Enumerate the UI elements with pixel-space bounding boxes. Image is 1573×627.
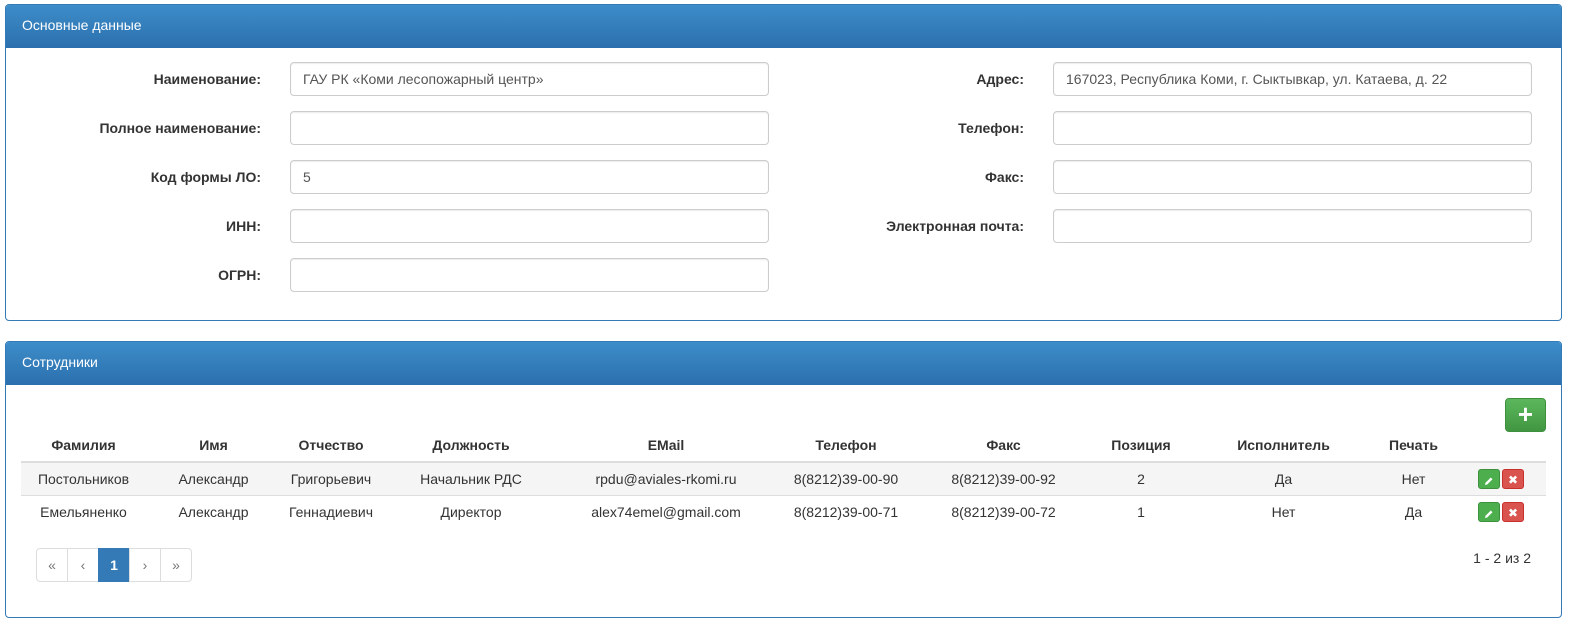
cell-lastname: Емельяненко xyxy=(21,494,146,528)
email-input[interactable] xyxy=(1053,209,1532,243)
cell-print: Да xyxy=(1371,494,1456,528)
main-data-panel-title: Основные данные xyxy=(6,5,1561,48)
cell-phone: 8(8212)39-00-90 xyxy=(771,461,921,495)
edit-button[interactable] xyxy=(1478,468,1500,489)
delete-button[interactable]: ✖ xyxy=(1502,501,1524,522)
page-first-button[interactable]: « xyxy=(36,548,68,582)
cell-patronymic: Геннадиевич xyxy=(281,494,381,528)
full-name-input[interactable] xyxy=(290,111,769,145)
column-header-position[interactable]: Должность xyxy=(381,428,561,463)
cell-executor: Да xyxy=(1196,461,1371,495)
column-header-firstname[interactable]: Имя xyxy=(146,428,281,463)
pencil-icon xyxy=(1485,510,1493,518)
inn-input[interactable] xyxy=(290,209,769,243)
edit-button[interactable] xyxy=(1478,501,1500,522)
column-header-fax[interactable]: Факс xyxy=(921,428,1086,463)
column-header-executor[interactable]: Исполнитель xyxy=(1196,428,1371,463)
email-label: Электронная почта: xyxy=(886,218,1024,234)
staff-panel-title: Сотрудники xyxy=(6,342,1561,385)
cell-actions: ✖ xyxy=(1456,494,1546,528)
page-info: 1 - 2 из 2 xyxy=(1473,550,1531,566)
staff-panel: Сотрудники + Фамилия Имя Отчество Должно… xyxy=(5,341,1562,618)
table-header-row: Фамилия Имя Отчество Должность EMail Тел… xyxy=(21,428,1546,463)
cell-firstname: Александр xyxy=(146,494,281,528)
full-name-label: Полное наименование: xyxy=(99,120,261,136)
column-header-email[interactable]: EMail xyxy=(561,428,771,463)
cell-fax: 8(8212)39-00-72 xyxy=(921,494,1086,528)
phone-input[interactable] xyxy=(1053,111,1532,145)
column-header-lastname[interactable]: Фамилия xyxy=(21,428,146,463)
cell-actions: ✖ xyxy=(1456,461,1546,495)
plus-icon: + xyxy=(1517,399,1534,429)
column-header-phone[interactable]: Телефон xyxy=(771,428,921,463)
address-input[interactable] xyxy=(1053,62,1532,96)
table-row[interactable]: Емельяненко Александр Геннадиевич Директ… xyxy=(21,494,1546,528)
remove-icon: ✖ xyxy=(1507,505,1519,520)
pencil-icon xyxy=(1485,477,1493,485)
name-label: Наименование: xyxy=(153,71,261,87)
phone-label: Телефон: xyxy=(958,120,1024,136)
cell-email: rpdu@aviales-rkomi.ru xyxy=(561,461,771,495)
column-header-actions xyxy=(1456,428,1546,463)
table-row[interactable]: Постольников Александр Григорьевич Начал… xyxy=(21,461,1546,495)
ogrn-input[interactable] xyxy=(290,258,769,292)
lo-code-input[interactable] xyxy=(290,160,769,194)
page-prev-button[interactable]: ‹ xyxy=(67,548,99,582)
fax-label: Факс: xyxy=(984,169,1024,185)
page-next-button[interactable]: › xyxy=(129,548,161,582)
cell-firstname: Александр xyxy=(146,461,281,495)
lo-code-label: Код формы ЛО: xyxy=(150,169,261,185)
column-header-rank[interactable]: Позиция xyxy=(1086,428,1196,463)
cell-email: alex74emel@gmail.com xyxy=(561,494,771,528)
ogrn-label: ОГРН: xyxy=(218,267,261,283)
cell-lastname: Постольников xyxy=(21,461,146,495)
add-employee-button[interactable]: + xyxy=(1505,398,1546,432)
cell-rank: 2 xyxy=(1086,461,1196,495)
remove-icon: ✖ xyxy=(1507,472,1519,487)
cell-rank: 1 xyxy=(1086,494,1196,528)
fax-input[interactable] xyxy=(1053,160,1532,194)
column-header-print[interactable]: Печать xyxy=(1371,428,1456,463)
cell-fax: 8(8212)39-00-92 xyxy=(921,461,1086,495)
page-last-button[interactable]: » xyxy=(160,548,192,582)
address-label: Адрес: xyxy=(976,71,1024,87)
cell-patronymic: Григорьевич xyxy=(281,461,381,495)
main-data-panel: Основные данные Наименование: Полное наи… xyxy=(5,4,1562,321)
cell-phone: 8(8212)39-00-71 xyxy=(771,494,921,528)
inn-label: ИНН: xyxy=(226,218,261,234)
pagination: « ‹ 1 › » xyxy=(36,548,192,582)
page-current-button[interactable]: 1 xyxy=(98,548,130,582)
delete-button[interactable]: ✖ xyxy=(1502,468,1524,489)
cell-position: Директор xyxy=(381,494,561,528)
staff-table: Фамилия Имя Отчество Должность EMail Тел… xyxy=(21,428,1546,528)
name-input[interactable] xyxy=(290,62,769,96)
cell-print: Нет xyxy=(1371,461,1456,495)
cell-executor: Нет xyxy=(1196,494,1371,528)
cell-position: Начальник РДС xyxy=(381,461,561,495)
column-header-patronymic[interactable]: Отчество xyxy=(281,428,381,463)
